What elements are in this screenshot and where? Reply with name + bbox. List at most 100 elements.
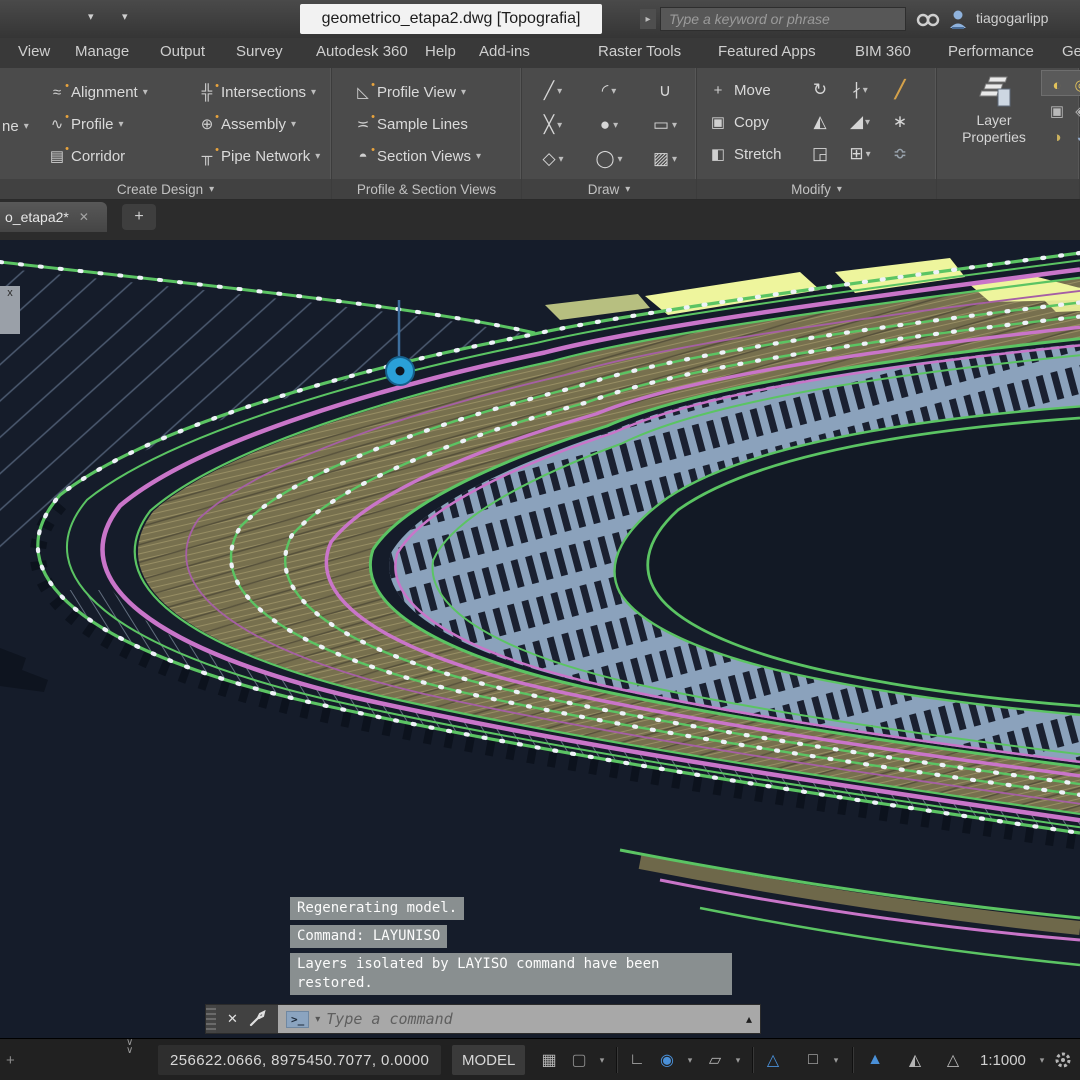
profile-view-button[interactable]: ◺• Profile View▾ [354, 76, 521, 108]
tab-bim-360[interactable]: BIM 360 [855, 43, 911, 60]
layer-unisolate-icon[interactable]: ◑ [1045, 124, 1069, 150]
stretch-icon: ◧ [709, 145, 727, 163]
ribbon-tab-bar: View Manage Output Survey Autodesk 360 H… [0, 38, 1080, 68]
dock-drag-grip[interactable] [206, 1005, 216, 1033]
alignment-button[interactable]: ≈• Alignment▾ [48, 76, 198, 108]
cutoff-toolbar[interactable]: x [0, 286, 20, 334]
help-search-input[interactable] [660, 7, 906, 31]
draw-line-button[interactable]: ╱▾ [525, 74, 581, 108]
model-space-button[interactable]: MODEL [452, 1045, 525, 1075]
draw-hatch-button[interactable]: ▨▾ [637, 142, 693, 176]
draw-arc-button[interactable]: ◜▾ [581, 74, 637, 108]
tab-raster-tools[interactable]: Raster Tools [598, 43, 681, 60]
tab-manage[interactable]: Manage [75, 43, 129, 60]
tab-close-icon[interactable]: ✕ [79, 210, 89, 224]
copy-button[interactable]: ▣Copy [709, 106, 797, 138]
polar-dropdown-icon[interactable]: ▾ [684, 1039, 696, 1080]
tab-performance[interactable]: Performance [948, 43, 1034, 60]
tab-geolocation-cut[interactable]: Ge [1062, 43, 1080, 60]
corridor-button[interactable]: ▤• Corridor [48, 140, 198, 172]
tab-survey[interactable]: Survey [236, 43, 283, 60]
isometric-drafting-icon[interactable]: ▱ [702, 1039, 728, 1080]
rotate-button[interactable]: ↻ [803, 74, 837, 106]
layer-isolate-icon[interactable]: ▣ [1045, 98, 1069, 124]
cutoff-ribbon-item[interactable]: ne▾ [2, 118, 29, 135]
object-snap-icon[interactable]: □ [800, 1039, 826, 1080]
ellipse-icon: ◯ [595, 149, 614, 169]
layer-properties-button[interactable]: LayerProperties [951, 74, 1037, 146]
draw-polyline-button[interactable]: ◇▾ [525, 142, 581, 176]
move-button[interactable]: +Move [709, 74, 797, 106]
profile-button[interactable]: ∿• Profile▾ [48, 108, 198, 140]
layer-match-icon[interactable]: ◒ [1069, 124, 1080, 150]
signed-in-username[interactable]: tiagogarlipp [976, 10, 1048, 26]
quick-access-dropdown-icon[interactable]: ▾ [88, 10, 94, 23]
annotation-autoscale-icon[interactable]: ◭ [902, 1039, 928, 1080]
draw-revcloud-button[interactable]: ∪ [637, 74, 693, 108]
layer-lock-icon[interactable]: ◈ [1069, 98, 1080, 124]
expand-history-icon[interactable]: ▴ [746, 1012, 752, 1026]
trim-button[interactable]: ∤▾ [843, 74, 877, 106]
quick-access-dropdown-icon-2[interactable]: ▾ [122, 10, 128, 23]
file-tab-bar: o_etapa2* ✕ + [0, 200, 1080, 240]
sample-lines-button[interactable]: ≍• Sample Lines [354, 108, 521, 140]
tab-view[interactable]: View [18, 43, 50, 60]
fillet-button[interactable]: ◢▾ [843, 106, 877, 138]
offset-button[interactable]: ≎ [883, 138, 917, 170]
polar-tracking-icon[interactable]: ◉ [654, 1039, 680, 1080]
draw-rectangle-button[interactable]: ▭▾ [637, 108, 693, 142]
isodraft-dropdown-icon[interactable]: ▾ [732, 1039, 744, 1080]
sign-in-user-icon[interactable] [948, 8, 968, 30]
rectangle-icon: ▭ [653, 115, 669, 135]
annotation-scale-value[interactable]: 1:1000 [980, 1039, 1026, 1080]
scale-button[interactable]: ◲ [803, 138, 837, 170]
customize-wrench-icon[interactable] [249, 1010, 267, 1028]
statusbar-plus-icon[interactable]: + [6, 1039, 15, 1080]
explode-button[interactable]: ∗ [883, 106, 917, 138]
tab-featured-apps[interactable]: Featured Apps [718, 43, 816, 60]
ortho-mode-icon[interactable]: ∟ [624, 1039, 650, 1080]
section-views-button[interactable]: ◓• Section Views▾ [354, 140, 521, 172]
drawing-tab-active[interactable]: o_etapa2* ✕ [0, 202, 107, 232]
model-space-viewport[interactable]: x Regenerating model. Command: LAYUNISO … [0, 240, 1080, 1038]
recent-commands-icon[interactable]: ▾ [315, 1014, 320, 1025]
stretch-button[interactable]: ◧Stretch [709, 138, 797, 170]
layer-on-icon[interactable]: ◐ [1045, 72, 1069, 98]
tab-help[interactable]: Help [425, 43, 456, 60]
draw-ellipse-button[interactable]: ◯▾ [581, 142, 637, 176]
draw-circle-button[interactable]: ●▾ [581, 108, 637, 142]
grid-display-icon[interactable]: ▦ [536, 1039, 562, 1080]
annotation-scale-icon[interactable]: △ [940, 1039, 966, 1080]
snap-dropdown-icon[interactable]: ▾ [596, 1039, 608, 1080]
corridor-drawing [0, 240, 1080, 1038]
snap-mode-icon[interactable]: ▢ [566, 1039, 592, 1080]
layer-freeze-icon[interactable]: ◎ [1069, 72, 1080, 98]
command-history-line: Regenerating model. [290, 897, 464, 920]
tab-autodesk-360[interactable]: Autodesk 360 [316, 43, 408, 60]
erase-button[interactable]: ╱ [883, 74, 917, 106]
scale-dropdown-icon[interactable]: ▾ [1036, 1039, 1048, 1080]
panel-title-modify[interactable]: Modify▾ [697, 179, 936, 199]
array-button[interactable]: ⊞▾ [843, 138, 877, 170]
mirror-button[interactable]: ◭ [803, 106, 837, 138]
search-binoculars-icon[interactable] [916, 8, 940, 28]
annotation-visibility-icon[interactable]: ▲ [862, 1039, 888, 1080]
new-drawing-tab-button[interactable]: + [122, 204, 156, 230]
osnap-tracking-icon[interactable]: △ [760, 1039, 786, 1080]
profile-icon: ∿• [48, 115, 66, 133]
tab-add-ins[interactable]: Add-ins [479, 43, 530, 60]
search-go-icon[interactable]: ▸ [640, 9, 656, 29]
customization-gear-icon[interactable] [1054, 1051, 1072, 1069]
osnap-dropdown-icon[interactable]: ▾ [830, 1039, 842, 1080]
explode-icon: ∗ [893, 112, 907, 132]
panel-title-draw[interactable]: Draw▾ [522, 179, 696, 199]
panel-title-create-design[interactable]: Create Design▾ [0, 179, 331, 199]
tab-output[interactable]: Output [160, 43, 205, 60]
panel-title-profile-section-views[interactable]: Profile & Section Views [332, 179, 521, 199]
close-command-line-icon[interactable]: ✕ [227, 1011, 238, 1027]
layer-stack-icon [975, 74, 1013, 108]
panel-title-layers [937, 179, 1079, 199]
statusbar-collapse-icon[interactable]: ∨∨ [126, 1039, 133, 1080]
draw-xline-button[interactable]: ╳▾ [525, 108, 581, 142]
command-input[interactable]: >_ ▾ Type a command ▴ [278, 1005, 760, 1033]
